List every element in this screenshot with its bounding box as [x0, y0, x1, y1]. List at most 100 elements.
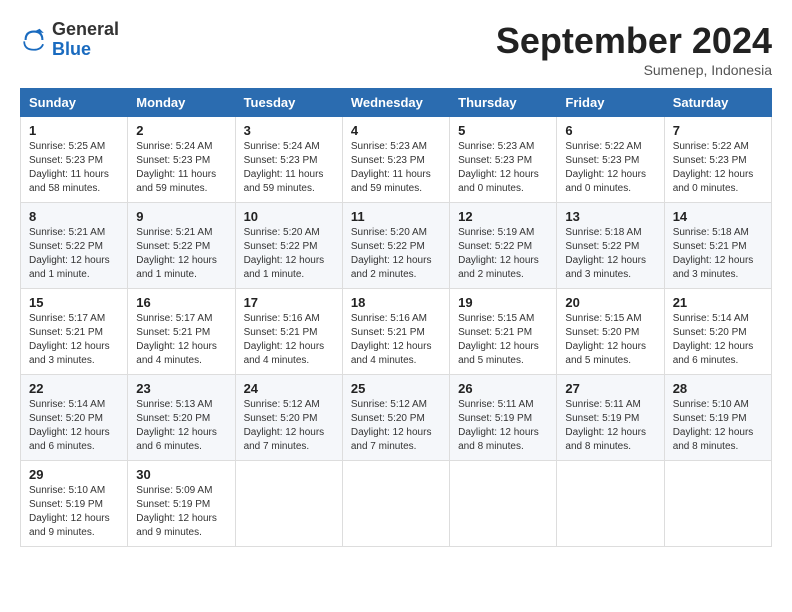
day-number: 11: [351, 209, 441, 224]
day-number: 13: [565, 209, 655, 224]
calendar-week-5: 29 Sunrise: 5:10 AM Sunset: 5:19 PM Dayl…: [21, 461, 772, 547]
day-number: 2: [136, 123, 226, 138]
calendar-cell: 2 Sunrise: 5:24 AM Sunset: 5:23 PM Dayli…: [128, 117, 235, 203]
day-info: Sunrise: 5:16 AM Sunset: 5:21 PM Dayligh…: [244, 312, 334, 368]
calendar-header-thursday: Thursday: [450, 89, 557, 117]
calendar-header-row: SundayMondayTuesdayWednesdayThursdayFrid…: [21, 89, 772, 117]
calendar-cell: 11 Sunrise: 5:20 AM Sunset: 5:22 PM Dayl…: [342, 203, 449, 289]
calendar-cell: 6 Sunrise: 5:22 AM Sunset: 5:23 PM Dayli…: [557, 117, 664, 203]
day-info: Sunrise: 5:12 AM Sunset: 5:20 PM Dayligh…: [244, 398, 334, 454]
day-info: Sunrise: 5:20 AM Sunset: 5:22 PM Dayligh…: [244, 226, 334, 282]
day-number: 9: [136, 209, 226, 224]
day-number: 23: [136, 381, 226, 396]
day-info: Sunrise: 5:19 AM Sunset: 5:22 PM Dayligh…: [458, 226, 548, 282]
day-info: Sunrise: 5:09 AM Sunset: 5:19 PM Dayligh…: [136, 484, 226, 540]
calendar-cell: 18 Sunrise: 5:16 AM Sunset: 5:21 PM Dayl…: [342, 289, 449, 375]
day-info: Sunrise: 5:15 AM Sunset: 5:20 PM Dayligh…: [565, 312, 655, 368]
logo-icon: [20, 26, 48, 54]
calendar-cell: 24 Sunrise: 5:12 AM Sunset: 5:20 PM Dayl…: [235, 375, 342, 461]
day-number: 18: [351, 295, 441, 310]
calendar-cell: 27 Sunrise: 5:11 AM Sunset: 5:19 PM Dayl…: [557, 375, 664, 461]
calendar-week-2: 8 Sunrise: 5:21 AM Sunset: 5:22 PM Dayli…: [21, 203, 772, 289]
calendar-header-friday: Friday: [557, 89, 664, 117]
calendar-cell: 8 Sunrise: 5:21 AM Sunset: 5:22 PM Dayli…: [21, 203, 128, 289]
day-info: Sunrise: 5:16 AM Sunset: 5:21 PM Dayligh…: [351, 312, 441, 368]
calendar-cell: [450, 461, 557, 547]
day-info: Sunrise: 5:17 AM Sunset: 5:21 PM Dayligh…: [29, 312, 119, 368]
day-info: Sunrise: 5:23 AM Sunset: 5:23 PM Dayligh…: [351, 140, 441, 196]
day-number: 15: [29, 295, 119, 310]
day-number: 27: [565, 381, 655, 396]
logo-text: General Blue: [52, 20, 119, 60]
day-info: Sunrise: 5:21 AM Sunset: 5:22 PM Dayligh…: [136, 226, 226, 282]
day-number: 22: [29, 381, 119, 396]
calendar-cell: 19 Sunrise: 5:15 AM Sunset: 5:21 PM Dayl…: [450, 289, 557, 375]
day-number: 19: [458, 295, 548, 310]
calendar-cell: 12 Sunrise: 5:19 AM Sunset: 5:22 PM Dayl…: [450, 203, 557, 289]
calendar-cell: [342, 461, 449, 547]
day-number: 12: [458, 209, 548, 224]
day-number: 6: [565, 123, 655, 138]
day-info: Sunrise: 5:13 AM Sunset: 5:20 PM Dayligh…: [136, 398, 226, 454]
day-number: 10: [244, 209, 334, 224]
day-info: Sunrise: 5:24 AM Sunset: 5:23 PM Dayligh…: [136, 140, 226, 196]
calendar-cell: 26 Sunrise: 5:11 AM Sunset: 5:19 PM Dayl…: [450, 375, 557, 461]
day-info: Sunrise: 5:22 AM Sunset: 5:23 PM Dayligh…: [565, 140, 655, 196]
calendar-cell: 13 Sunrise: 5:18 AM Sunset: 5:22 PM Dayl…: [557, 203, 664, 289]
page-header: General Blue September 2024 Sumenep, Ind…: [20, 20, 772, 78]
calendar-cell: [557, 461, 664, 547]
day-number: 16: [136, 295, 226, 310]
day-info: Sunrise: 5:10 AM Sunset: 5:19 PM Dayligh…: [673, 398, 763, 454]
title-section: September 2024 Sumenep, Indonesia: [496, 20, 772, 78]
calendar-cell: 28 Sunrise: 5:10 AM Sunset: 5:19 PM Dayl…: [664, 375, 771, 461]
day-info: Sunrise: 5:17 AM Sunset: 5:21 PM Dayligh…: [136, 312, 226, 368]
calendar-cell: 1 Sunrise: 5:25 AM Sunset: 5:23 PM Dayli…: [21, 117, 128, 203]
calendar-header-sunday: Sunday: [21, 89, 128, 117]
calendar-header-saturday: Saturday: [664, 89, 771, 117]
day-number: 5: [458, 123, 548, 138]
day-number: 29: [29, 467, 119, 482]
calendar-cell: 22 Sunrise: 5:14 AM Sunset: 5:20 PM Dayl…: [21, 375, 128, 461]
day-number: 8: [29, 209, 119, 224]
calendar-cell: [664, 461, 771, 547]
calendar-cell: [235, 461, 342, 547]
calendar-cell: 21 Sunrise: 5:14 AM Sunset: 5:20 PM Dayl…: [664, 289, 771, 375]
day-number: 4: [351, 123, 441, 138]
calendar-cell: 15 Sunrise: 5:17 AM Sunset: 5:21 PM Dayl…: [21, 289, 128, 375]
calendar-cell: 16 Sunrise: 5:17 AM Sunset: 5:21 PM Dayl…: [128, 289, 235, 375]
day-number: 30: [136, 467, 226, 482]
day-number: 14: [673, 209, 763, 224]
day-info: Sunrise: 5:15 AM Sunset: 5:21 PM Dayligh…: [458, 312, 548, 368]
day-number: 24: [244, 381, 334, 396]
day-info: Sunrise: 5:23 AM Sunset: 5:23 PM Dayligh…: [458, 140, 548, 196]
day-info: Sunrise: 5:10 AM Sunset: 5:19 PM Dayligh…: [29, 484, 119, 540]
day-number: 28: [673, 381, 763, 396]
calendar-week-1: 1 Sunrise: 5:25 AM Sunset: 5:23 PM Dayli…: [21, 117, 772, 203]
day-info: Sunrise: 5:25 AM Sunset: 5:23 PM Dayligh…: [29, 140, 119, 196]
day-info: Sunrise: 5:14 AM Sunset: 5:20 PM Dayligh…: [673, 312, 763, 368]
calendar-cell: 23 Sunrise: 5:13 AM Sunset: 5:20 PM Dayl…: [128, 375, 235, 461]
location-subtitle: Sumenep, Indonesia: [496, 62, 772, 78]
day-info: Sunrise: 5:11 AM Sunset: 5:19 PM Dayligh…: [458, 398, 548, 454]
day-number: 25: [351, 381, 441, 396]
day-info: Sunrise: 5:24 AM Sunset: 5:23 PM Dayligh…: [244, 140, 334, 196]
day-info: Sunrise: 5:22 AM Sunset: 5:23 PM Dayligh…: [673, 140, 763, 196]
calendar-cell: 7 Sunrise: 5:22 AM Sunset: 5:23 PM Dayli…: [664, 117, 771, 203]
calendar-cell: 4 Sunrise: 5:23 AM Sunset: 5:23 PM Dayli…: [342, 117, 449, 203]
calendar-week-3: 15 Sunrise: 5:17 AM Sunset: 5:21 PM Dayl…: [21, 289, 772, 375]
day-info: Sunrise: 5:20 AM Sunset: 5:22 PM Dayligh…: [351, 226, 441, 282]
calendar-header-wednesday: Wednesday: [342, 89, 449, 117]
calendar-cell: 3 Sunrise: 5:24 AM Sunset: 5:23 PM Dayli…: [235, 117, 342, 203]
day-number: 1: [29, 123, 119, 138]
month-title: September 2024: [496, 20, 772, 62]
logo: General Blue: [20, 20, 119, 60]
day-number: 17: [244, 295, 334, 310]
calendar-cell: 5 Sunrise: 5:23 AM Sunset: 5:23 PM Dayli…: [450, 117, 557, 203]
calendar-cell: 9 Sunrise: 5:21 AM Sunset: 5:22 PM Dayli…: [128, 203, 235, 289]
day-info: Sunrise: 5:11 AM Sunset: 5:19 PM Dayligh…: [565, 398, 655, 454]
day-info: Sunrise: 5:12 AM Sunset: 5:20 PM Dayligh…: [351, 398, 441, 454]
day-number: 26: [458, 381, 548, 396]
day-number: 3: [244, 123, 334, 138]
calendar-cell: 20 Sunrise: 5:15 AM Sunset: 5:20 PM Dayl…: [557, 289, 664, 375]
calendar-cell: 17 Sunrise: 5:16 AM Sunset: 5:21 PM Dayl…: [235, 289, 342, 375]
